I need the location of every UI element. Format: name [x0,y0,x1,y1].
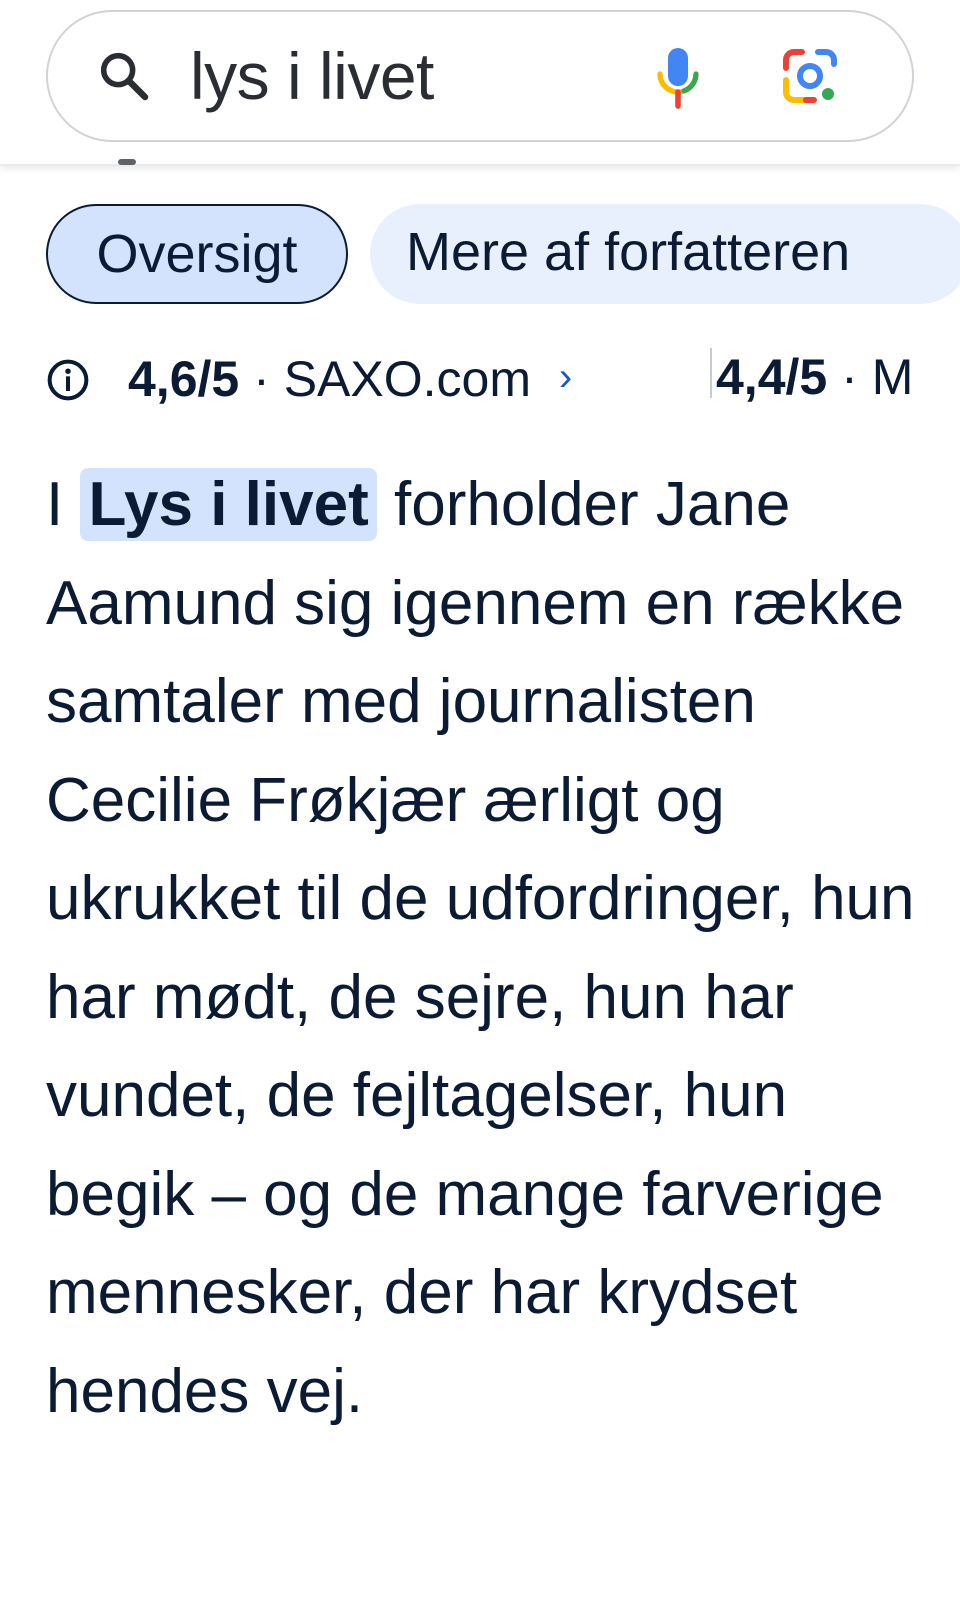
microphone-icon[interactable] [652,44,704,112]
search-icon [100,52,149,101]
book-description: I Lys i livet forholder Jane Aamund sig … [46,456,916,1441]
rating-score: 4,4/5 [716,349,828,405]
info-icon[interactable] [46,358,90,402]
description-highlight: Lys i livet [80,468,377,541]
ratings-row: 4,6/5 · SAXO.com › 4,4/5 · M [46,344,960,414]
rating-source: SAXO.com [283,351,531,407]
search-input[interactable]: lys i livet [190,36,434,116]
rating-saxo[interactable]: 4,6/5 · SAXO.com › [128,344,572,412]
rating-second[interactable]: 4,4/5 · M [716,344,913,410]
rating-divider [710,348,712,398]
chevron-right-icon: › [558,355,573,399]
chip-mere-af-forfatteren[interactable]: Mere af forfatteren [370,204,960,304]
description-body: forholder Jane Aamund sig igennem en ræk… [46,470,915,1426]
search-header: lys i livet [0,0,960,166]
rating-separator: · [841,349,858,405]
chip-row: Oversigt Mere af forfatteren [46,204,960,304]
chip-oversigt[interactable]: Oversigt [46,204,348,304]
rating-score: 4,6/5 [128,351,240,407]
google-lens-icon[interactable] [778,44,842,108]
description-prefix: I [46,470,64,539]
rating-separator: · [253,351,270,407]
search-bar[interactable]: lys i livet [46,10,914,142]
rating-source: M [871,349,914,405]
scroll-sliver [118,159,136,165]
